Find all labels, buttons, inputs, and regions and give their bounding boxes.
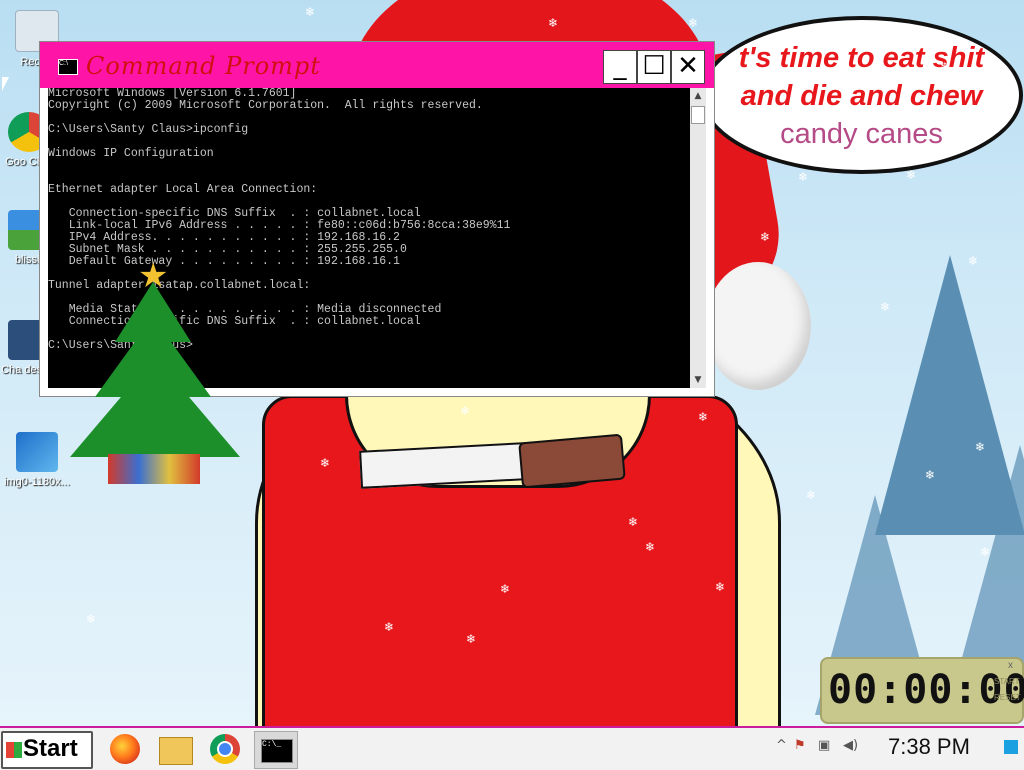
timer-close-button[interactable]: x [1008, 660, 1013, 671]
christmas-tree-gadget: ★ [60, 256, 250, 492]
timer-start-button[interactable]: START [994, 677, 1019, 686]
minimize-button[interactable]: _ [603, 50, 637, 84]
snowflake-icon: ❄ [925, 468, 936, 482]
snowflake-icon: ❄ [698, 410, 709, 424]
clock[interactable]: 7:38 PM [888, 734, 970, 760]
show-desktop-button[interactable] [1004, 740, 1018, 754]
mouse-cursor-icon [2, 77, 9, 91]
snowflake-icon: ❄ [466, 632, 477, 646]
snowflake-icon: ❄ [320, 456, 331, 470]
snowflake-icon: ❄ [688, 16, 699, 30]
window-title-bar[interactable]: C:\ Command Prompt _ ☐ ✕ [40, 42, 714, 88]
presents-icon [108, 454, 200, 484]
vertical-scrollbar[interactable]: ▲ ▼ [690, 88, 706, 388]
tray-expand-chevron-icon[interactable]: ^ [776, 738, 787, 753]
snowflake-icon: ❄ [940, 60, 951, 74]
stopwatch-gadget[interactable]: 00:00:00 START RESET x [820, 657, 1024, 724]
star-icon: ★ [138, 256, 169, 296]
start-label: Start [23, 735, 78, 762]
window-title: Command Prompt [86, 52, 321, 80]
taskbar: Start C:\_ ^ ⚑ ▣ ◀) 7:38 PM [0, 726, 1024, 770]
cigar-tip [518, 433, 626, 489]
snowflake-icon: ❄ [645, 540, 656, 554]
speech-bubble: t's time to eat shit and die and chew ca… [700, 16, 1023, 174]
network-icon[interactable]: ▣ [818, 738, 830, 753]
action-center-flag-icon[interactable]: ⚑ [794, 738, 806, 753]
timer-reset-button[interactable]: RESET [994, 693, 1021, 702]
close-button[interactable]: ✕ [671, 50, 705, 84]
cmd-icon: C:\_ [261, 739, 293, 763]
start-button[interactable]: Start [1, 731, 93, 769]
console-line: C:\Users\Santy Claus>ipconfig [48, 123, 249, 136]
windows-logo-icon [6, 742, 22, 758]
snowflake-icon: ❄ [305, 5, 316, 19]
console-line: Windows IP Configuration [48, 147, 214, 160]
snowflake-icon: ❄ [628, 515, 639, 529]
speech-line: t's time to eat shit [738, 42, 985, 74]
snowflake-icon: ❄ [460, 404, 471, 418]
folder-icon [159, 737, 193, 765]
snowflake-icon: ❄ [806, 488, 817, 502]
tree-tier [70, 357, 240, 457]
firefox-icon [110, 734, 140, 764]
scrollbar-thumb[interactable] [691, 106, 705, 124]
wallpaper-pine-tree [960, 445, 1024, 665]
snowflake-icon: ❄ [86, 612, 97, 626]
volume-icon[interactable]: ◀) [843, 738, 858, 753]
speech-line: candy canes [780, 118, 943, 150]
snowflake-icon: ❄ [500, 582, 511, 596]
scroll-down-arrow-icon[interactable]: ▼ [690, 372, 706, 388]
console-line: Copyright (c) 2009 Microsoft Corporation… [48, 99, 483, 112]
maximize-button[interactable]: ☐ [637, 50, 671, 84]
taskbar-explorer[interactable] [154, 731, 196, 767]
scroll-up-arrow-icon[interactable]: ▲ [690, 88, 706, 104]
snowflake-icon: ❄ [798, 170, 809, 184]
snowflake-icon: ❄ [880, 300, 891, 314]
snowflake-icon: ❄ [980, 545, 991, 559]
snowflake-icon: ❄ [975, 440, 986, 454]
image-file-icon [16, 432, 58, 472]
chrome-icon [210, 734, 240, 764]
taskbar-firefox[interactable] [104, 731, 146, 767]
snowflake-icon: ❄ [548, 16, 559, 30]
snowflake-icon: ❄ [715, 580, 726, 594]
timer-display: 00:00:00 [828, 667, 1024, 713]
desktop-icon-label: blissh [14, 254, 44, 266]
taskbar-chrome[interactable] [204, 731, 246, 767]
taskbar-command-prompt[interactable]: C:\_ [254, 731, 298, 769]
santa-hat-pompom [705, 262, 811, 390]
snowflake-icon: ❄ [906, 168, 917, 182]
snowflake-icon: ❄ [760, 230, 771, 244]
speech-line: and die and chew [740, 80, 983, 112]
console-line: Ethernet adapter Local Area Connection: [48, 183, 318, 196]
cmd-icon: C:\ [58, 59, 78, 75]
snowflake-icon: ❄ [384, 620, 395, 634]
snowflake-icon: ❄ [968, 254, 979, 268]
